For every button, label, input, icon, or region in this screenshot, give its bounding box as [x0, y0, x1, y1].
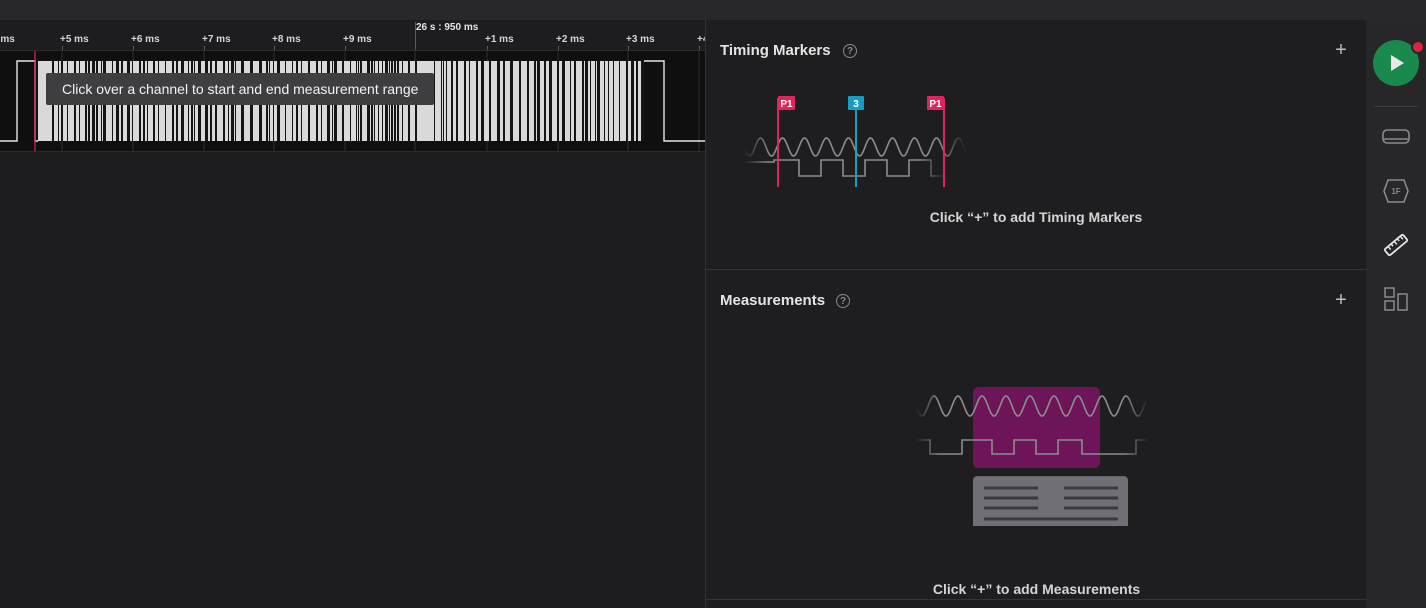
tick-label: +5 ms — [60, 34, 89, 45]
data-bit — [443, 61, 444, 141]
data-bit — [527, 61, 529, 141]
tick-label: +4 — [697, 34, 705, 45]
data-bit — [631, 61, 634, 141]
tick-label: +9 ms — [343, 34, 372, 45]
data-bit — [570, 61, 571, 141]
data-bit — [481, 61, 484, 141]
data-bit — [451, 61, 453, 141]
section-title: Measurements — [720, 292, 826, 309]
data-bit — [604, 61, 605, 141]
data-bit — [537, 61, 540, 141]
side-panel: Timing Markers ? + P1 3 P1 Click “+” to … — [705, 20, 1367, 608]
tick-label: +3 ms — [626, 34, 655, 45]
data-bit — [464, 61, 466, 141]
data-bit — [636, 61, 638, 141]
data-bit — [434, 61, 435, 141]
measurements-hint: Click “+” to add Measurements — [706, 581, 1367, 597]
hint-text: Click “+” to add Timing Markers — [929, 209, 1143, 225]
help-icon[interactable]: ? — [843, 44, 857, 58]
data-bit — [519, 61, 521, 141]
square-wave — [744, 159, 944, 177]
tick-label: +1 ms — [485, 34, 514, 45]
data-bit — [619, 61, 620, 141]
timing-marker-p1-right: P1 — [927, 96, 945, 187]
waveform-view[interactable]: 0 ms +5 ms +6 ms +7 ms +8 ms +9 ms +1 ms… — [0, 20, 705, 608]
analyzer-icon[interactable]: 1F — [1381, 176, 1411, 206]
data-bit — [582, 61, 584, 141]
data-bit — [608, 61, 609, 141]
data-bit — [590, 61, 591, 141]
data-bit — [446, 61, 447, 141]
tick-label: +8 ms — [272, 34, 301, 45]
data-bit — [534, 61, 536, 141]
tick-label: +6 ms — [131, 34, 160, 45]
data-bit — [595, 61, 596, 141]
data-bit — [549, 61, 552, 141]
tick-label: +7 ms — [202, 34, 231, 45]
add-measurement-button[interactable]: + — [1333, 290, 1349, 310]
top-bar — [0, 0, 1426, 20]
measurement-tooltip: Click over a channel to start and end me… — [46, 73, 435, 105]
data-bit — [489, 61, 491, 141]
timing-markers-section: Timing Markers ? + P1 3 P1 Click “+” to … — [706, 20, 1367, 270]
ruler-icon[interactable] — [1381, 230, 1411, 260]
help-icon[interactable]: ? — [836, 294, 850, 308]
data-bit — [456, 61, 458, 141]
data-bit — [597, 61, 600, 141]
marker-label: P1 — [780, 99, 793, 110]
data-bit — [476, 61, 478, 141]
marker-label: P1 — [929, 99, 942, 110]
timing-marker-3: 3 — [848, 96, 864, 187]
add-timing-marker-button[interactable]: + — [1333, 40, 1349, 60]
right-toolbar: 1F — [1366, 20, 1426, 608]
data-bit — [585, 61, 588, 141]
data-bit — [510, 61, 513, 141]
extensions-icon[interactable] — [1381, 284, 1411, 314]
tick-label: 0 ms — [0, 34, 15, 45]
hint-text: Click “+” to add Measurements — [932, 581, 1141, 597]
data-bit — [469, 61, 470, 141]
data-bit — [497, 61, 500, 141]
device-icon[interactable] — [1381, 122, 1411, 152]
measurements-illustration — [916, 387, 1149, 526]
tick-label: +2 ms — [556, 34, 585, 45]
data-bit — [441, 61, 442, 141]
data-bit — [557, 61, 559, 141]
toolbar-divider — [1374, 106, 1418, 107]
data-bit — [544, 61, 546, 141]
marker-label: 3 — [853, 99, 859, 110]
record-indicator — [1411, 40, 1425, 54]
timing-markers-hint: Click “+” to add Timing Markers — [706, 209, 1367, 225]
time-ruler[interactable]: 0 ms +5 ms +6 ms +7 ms +8 ms +9 ms +1 ms… — [0, 20, 705, 50]
data-bit — [562, 61, 565, 141]
data-bit — [613, 61, 614, 141]
section-title: Timing Markers — [720, 42, 831, 59]
data-bit — [574, 61, 576, 141]
timing-markers-illustration: P1 3 P1 — [744, 96, 967, 187]
measurements-section: Measurements ? + Click “+” to add Measur… — [706, 270, 1367, 600]
svg-text:1F: 1F — [1391, 187, 1400, 196]
data-bit — [641, 61, 644, 141]
data-bit — [503, 61, 505, 141]
center-time-label: 26 s : 950 ms — [416, 22, 479, 33]
data-bit — [626, 61, 628, 141]
